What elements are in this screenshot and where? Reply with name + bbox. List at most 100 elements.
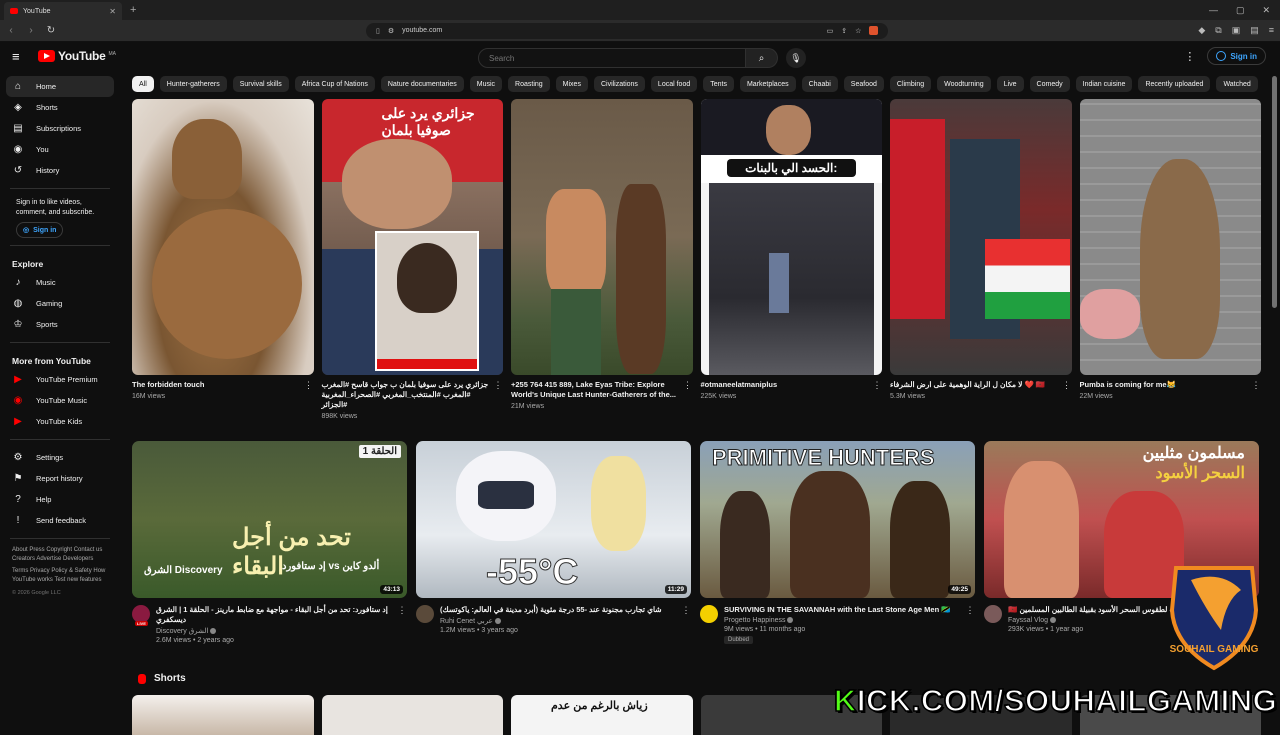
more-actions-icon[interactable]: ⋮ [1062,380,1072,400]
filter-chip[interactable]: Live [996,76,1024,92]
filter-chip[interactable]: Local food [650,76,698,92]
footer-links-1[interactable]: About Press Copyright Contact us Creator… [6,546,114,563]
sidebar-item-history[interactable]: ↺ History [6,160,114,181]
extension-icon[interactable]: ◆ [1198,25,1205,36]
wallet-icon[interactable]: ▤ [1250,25,1259,36]
video-card[interactable]: الحلقة 1 تحد من أجل البقاء إد ستافورد vs… [132,441,407,644]
more-actions-icon[interactable]: ⋮ [493,380,503,420]
puzzle-icon[interactable]: ⧉ [1215,25,1221,36]
filter-chip[interactable]: Nature documentaries [380,76,464,92]
more-actions-icon[interactable]: ⋮ [681,605,691,634]
youtube-logo[interactable]: YouTube MA [38,49,116,63]
sidebar-item-home[interactable]: ⌂ Home [6,76,114,97]
video-thumbnail[interactable]: الحلقة 1 تحد من أجل البقاء إد ستافورد vs… [132,441,407,598]
sidebar-signin-button[interactable]: ◎ Sign in [16,222,64,238]
short-thumbnail[interactable] [511,99,693,375]
sidebar-item-subscriptions[interactable]: ▤ Subscriptions [6,118,114,139]
filter-chip[interactable]: Tents [703,76,734,92]
filter-chip[interactable]: Woodturning [937,76,991,92]
filter-chip[interactable]: Music [469,76,503,92]
forward-icon[interactable]: › [26,25,36,36]
filter-chip[interactable]: Roasting [508,76,550,92]
browser-menu-icon[interactable]: ≡ [1269,25,1274,36]
filter-chip[interactable]: Recently uploaded [1138,76,1211,92]
channel-avatar[interactable]: LIVE [132,605,150,626]
more-actions-icon[interactable]: ⋮ [872,380,882,400]
maximize-icon[interactable]: ▢ [1236,5,1245,16]
short-card[interactable]: Pumba is coming for me😹 22M views ⋮ [1079,99,1270,420]
sidebar-item-youtube-premium[interactable]: ▶ YouTube Premium [6,369,114,390]
sidebar-item-sports[interactable]: ♔ Sports [6,314,114,335]
search-input[interactable] [478,48,746,68]
more-actions-icon[interactable]: ⋮ [304,380,314,400]
filter-chip[interactable]: Marketplaces [739,76,796,92]
sidebar-item-you[interactable]: ◉ You [6,139,114,160]
channel-avatar[interactable] [416,605,434,623]
filter-chip[interactable]: Chaabi [801,76,838,92]
sidebar-item-send-feedback[interactable]: ! Send feedback [6,510,114,531]
sidebar-item-help[interactable]: ? Help [6,489,114,510]
back-icon[interactable]: ‹ [6,25,16,36]
filter-chip[interactable]: Hunter-gatherers [159,76,227,92]
short-title[interactable]: لا مكان ل الراية الوهمية على ارض الشرفاء… [890,380,1062,390]
new-tab-icon[interactable]: + [130,4,136,16]
short-card[interactable]: +255 764 415 889, Lake Eyas Tribe: Explo… [511,99,701,420]
more-actions-icon[interactable]: ⋮ [1251,380,1261,400]
profile-icon[interactable]: ▣ [1232,25,1241,36]
settings-menu-icon[interactable]: ⋮ [1184,50,1195,63]
filter-chip[interactable]: Watched [1216,76,1258,92]
reload-icon[interactable]: ↻ [46,25,56,36]
short-thumbnail[interactable] [132,695,314,735]
video-title[interactable]: (شاي تجارب مجنونة عند -55 درجة مئوية (أب… [440,605,675,615]
share-icon[interactable]: ⇪ [841,27,847,35]
short-card[interactable]: The forbidden touch 16M views ⋮ [132,99,322,420]
short-card[interactable]: الحسد الي بالبنات: #otmaneelatmaniplus 22… [700,99,891,420]
filter-chip[interactable]: Seafood [843,76,884,92]
close-tab-icon[interactable]: ✕ [109,7,116,16]
sidebar-item-settings[interactable]: ⚙ Settings [6,447,114,468]
filter-chip[interactable]: Africa Cup of Nations [294,76,375,92]
short-title[interactable]: #otmaneelatmaniplus [701,380,873,390]
url-field[interactable]: ▯ ⚙ youtube.com ▭ ⇪ ☆ [366,22,889,39]
filter-chip[interactable]: All [132,76,154,92]
video-thumbnail[interactable]: PRIMITIVE HUNTERS 49:25 [700,441,975,598]
channel-name[interactable]: Progetto Happiness [724,617,959,624]
channel-avatar[interactable] [984,605,1002,623]
video-thumbnail[interactable]: -55°C 11:29 [416,441,691,598]
short-card[interactable]: جزائري يرد على صوفيا بلمان جزائري يرد عل… [321,99,512,420]
filter-chip[interactable]: Civilizations [593,76,645,92]
hamburger-menu-icon[interactable]: ≡ [12,49,26,64]
sidebar-item-youtube-music[interactable]: ◉ YouTube Music [6,390,114,411]
video-card[interactable]: PRIMITIVE HUNTERS 49:25 SURVIVING IN THE… [700,441,975,644]
bookmark-icon[interactable]: ▯ [376,27,380,35]
more-actions-icon[interactable]: ⋮ [683,380,693,410]
short-title[interactable]: +255 764 415 889, Lake Eyas Tribe: Explo… [511,380,683,400]
video-card[interactable]: -55°C 11:29 (شاي تجارب مجنونة عند -55 در… [416,441,691,644]
channel-name[interactable]: Ruhi Cenet عربي [440,617,675,625]
minimize-icon[interactable]: — [1209,5,1218,16]
more-actions-icon[interactable]: ⋮ [397,605,407,644]
short-card[interactable]: لا مكان ل الراية الوهمية على ارض الشرفاء… [890,99,1080,420]
sidebar-item-youtube-kids[interactable]: ▶ YouTube Kids [6,411,114,432]
more-actions-icon[interactable]: ⋮ [965,605,975,644]
filter-chip[interactable]: Mixes [555,76,588,92]
video-title[interactable]: إد ستافورد: تحد من أجل البقاء - مواجهة م… [156,605,391,625]
filter-chip[interactable]: Survival skills [232,76,289,92]
channel-avatar[interactable] [700,605,718,623]
short-thumbnail[interactable] [321,695,503,735]
screen-icon[interactable]: ▭ [827,27,834,35]
short-title[interactable]: The forbidden touch [132,380,304,390]
filter-chip[interactable]: Climbing [889,76,932,92]
short-title[interactable]: جزائري يرد على سوفيا بلمان ب جواب قاسح #… [322,380,494,410]
sidebar-item-gaming[interactable]: ◍ Gaming [6,293,114,314]
header-signin-button[interactable]: Sign in [1207,47,1266,65]
short-title[interactable]: Pumba is coming for me😹 [1080,380,1252,390]
short-thumbnail[interactable]: زياش بالرغم من عدم [511,695,693,735]
short-thumbnail[interactable] [1079,99,1261,375]
page-scrollbar[interactable] [1272,76,1277,308]
search-button[interactable]: ⌕ [746,48,778,68]
short-thumbnail[interactable]: جزائري يرد على صوفيا بلمان [321,99,503,375]
channel-name[interactable]: Discovery الشرق [156,627,391,635]
footer-links-2[interactable]: Terms Privacy Policy & Safety How YouTub… [6,567,114,584]
star-icon[interactable]: ☆ [855,27,861,35]
